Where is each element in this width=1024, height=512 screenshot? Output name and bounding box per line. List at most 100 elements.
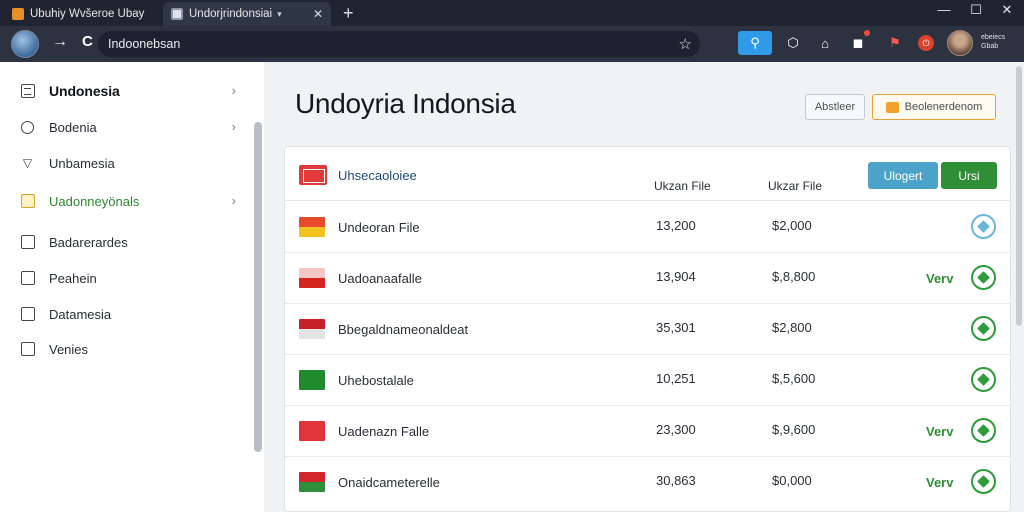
table-header: Uhsecaoloiee Ukzan File Ukzar File Uloge… (285, 147, 1010, 201)
maximize-window-icon[interactable]: ☐ (966, 2, 986, 18)
row-name: Uadenazn Falle (338, 424, 430, 439)
extension-shield-icon[interactable]: ⬡ (781, 30, 805, 56)
new-tab-plus-icon[interactable]: + (343, 3, 354, 23)
reload-icon[interactable]: C (82, 33, 93, 50)
sidebar-scrollbar[interactable] (254, 122, 262, 452)
submit-button-label: Ursi (958, 168, 980, 183)
extension-active-icon[interactable]: ⚲ (738, 31, 772, 55)
sidebar-item-undonesia[interactable]: Undonesia › (0, 74, 250, 108)
account-menu-label[interactable]: ebeiecs Gbab (981, 33, 1011, 51)
flag-emblem-icon (299, 165, 327, 185)
sidebar-item-unbamesia[interactable]: ▽ Unbamesia (0, 146, 250, 180)
address-bar[interactable]: Indoonebsan ☆ (98, 31, 700, 57)
table-row[interactable]: Uadenazn Falle 23,300 $,9,600 Verv (285, 406, 1010, 457)
browser-profile-icon[interactable] (11, 30, 39, 58)
extension-home-icon[interactable]: ⌂ (813, 30, 837, 56)
user-avatar[interactable] (947, 30, 973, 56)
status-badge: Verv (926, 271, 954, 286)
table-row[interactable]: Onaidcameterelle 30,863 $0,000 Verv (285, 457, 1010, 508)
chevron-right-icon: › (231, 193, 236, 208)
secondary-button[interactable]: Abstleer (805, 94, 865, 120)
row-name: Onaidcameterelle (338, 475, 440, 490)
bookmark-star-icon[interactable]: ☆ (679, 35, 692, 53)
table-row[interactable]: Uadoanaafalle 13,904 $,8,800 Verv (285, 253, 1010, 304)
sidebar-item-label: Venies (49, 341, 89, 357)
row-action-icon[interactable] (971, 367, 996, 392)
minimize-window-icon[interactable]: — (934, 2, 954, 17)
document-favicon-icon (171, 8, 183, 20)
primary-action-button[interactable]: Beolenerdenom (872, 94, 996, 120)
table-row[interactable]: Bbegaldnameonaldeat 35,301 $2,800 (285, 304, 1010, 355)
box-icon (20, 235, 35, 250)
folder-yellow-icon (20, 194, 35, 209)
sidebar-item-badarerardes[interactable]: Badarerardes (0, 225, 250, 259)
flag-emblem-icon (299, 421, 325, 441)
column-header: Ukzan File (654, 179, 711, 193)
secondary-button-label: Abstleer (814, 101, 856, 113)
sidebar-item-datamesia[interactable]: Datamesia (0, 297, 250, 331)
row-name: Undeoran File (338, 220, 420, 235)
row-name: Uadoanaafalle (338, 271, 422, 286)
row-value: 13,200 (656, 218, 696, 233)
sidebar-item-label: Unbamesia (49, 155, 115, 171)
sidebar-item-label: Uadonneyönals (49, 193, 140, 209)
status-badge: Verv (926, 475, 954, 490)
row-price: $0,000 (772, 473, 812, 488)
sidebar-item-label: Bodenia (49, 119, 97, 135)
flag-icon (299, 472, 325, 492)
row-value: 35,301 (656, 320, 696, 335)
primary-action-label: Beolenerdenom (904, 101, 983, 113)
sidebar-item-peahein[interactable]: Peahein (0, 261, 250, 295)
sidebar-item-bodenia[interactable]: Bodenia › (0, 110, 250, 144)
table-row[interactable]: Uhebostalale 10,251 $,5,600 (285, 355, 1010, 406)
row-value: 30,863 (656, 473, 696, 488)
forward-arrow-icon[interactable]: → (52, 33, 68, 51)
status-badge: Verv (926, 424, 954, 439)
folder-icon (885, 101, 899, 113)
row-price: $2,000 (772, 218, 812, 233)
extension-flag-icon[interactable]: ⚑ (883, 30, 907, 56)
close-window-icon[interactable]: ✕ (997, 2, 1017, 18)
browser-tab-strip: Ubuhiy Wvšeroe Ubay Undorjrindonsiai ▾ ✕… (0, 0, 1024, 26)
row-action-icon[interactable] (971, 316, 996, 341)
tab-label: Undorjrindonsiai (189, 8, 273, 20)
sidebar-item-label: Undonesia (49, 83, 120, 99)
row-price: $2,800 (772, 320, 812, 335)
chevron-v-icon: ▽ (22, 156, 33, 170)
row-name: Uhebostalale (338, 373, 414, 388)
row-price: $,8,800 (772, 269, 816, 284)
tab-label: Ubuhiy Wvšeroe Ubay (30, 8, 145, 20)
row-action-icon[interactable] (971, 265, 996, 290)
extension-notify-icon[interactable]: ◼ (846, 30, 870, 56)
flag-icon (299, 217, 325, 237)
browser-tab-active[interactable]: Undorjrindonsiai ▾ ✕ (163, 2, 331, 26)
row-action-icon[interactable] (971, 214, 996, 239)
row-action-icon[interactable] (971, 418, 996, 443)
submit-button[interactable]: Ursi (941, 162, 997, 189)
row-action-icon[interactable] (971, 469, 996, 494)
row-price: $,9,600 (772, 422, 816, 437)
search-circle-icon (20, 120, 35, 135)
row-price: $,5,600 (772, 371, 816, 386)
sidebar-item-venies[interactable]: Venies (0, 332, 250, 366)
browser-toolbar: → C Indoonebsan ☆ ⚲ ⬡ ⌂ ◼ ⚑ ⏻ ebeiecs Gb… (0, 26, 1024, 62)
table-row[interactable]: Undeoran File 13,200 $2,000 (285, 202, 1010, 253)
sidebar-item-label: Datamesia (49, 306, 112, 322)
grid-box-icon (20, 84, 35, 99)
url-text[interactable]: Indoonebsan (108, 37, 180, 51)
extension-power-icon[interactable]: ⏻ (918, 35, 934, 51)
close-tab-icon[interactable]: ✕ (313, 7, 323, 21)
sidebar: Undonesia › Bodenia › ▽ Unbamesia Uadonn… (0, 62, 264, 512)
chevron-down-icon[interactable]: ▾ (277, 9, 282, 20)
upload-button[interactable]: Ulogert (868, 162, 938, 189)
sidebar-item-uadonneyonals[interactable]: Uadonneyönals › (0, 184, 250, 218)
flag-icon (299, 370, 325, 390)
row-value: 23,300 (656, 422, 696, 437)
page-title: Undoyria Indonsia (295, 88, 516, 119)
upload-button-label: Ulogert (883, 168, 923, 183)
browser-tab[interactable]: Ubuhiy Wvšeroe Ubay (4, 2, 160, 26)
flag-icon (299, 319, 325, 339)
main-scrollbar[interactable] (1016, 66, 1022, 326)
flag-icon (299, 268, 325, 288)
sidebar-item-label: Badarerardes (49, 234, 128, 250)
